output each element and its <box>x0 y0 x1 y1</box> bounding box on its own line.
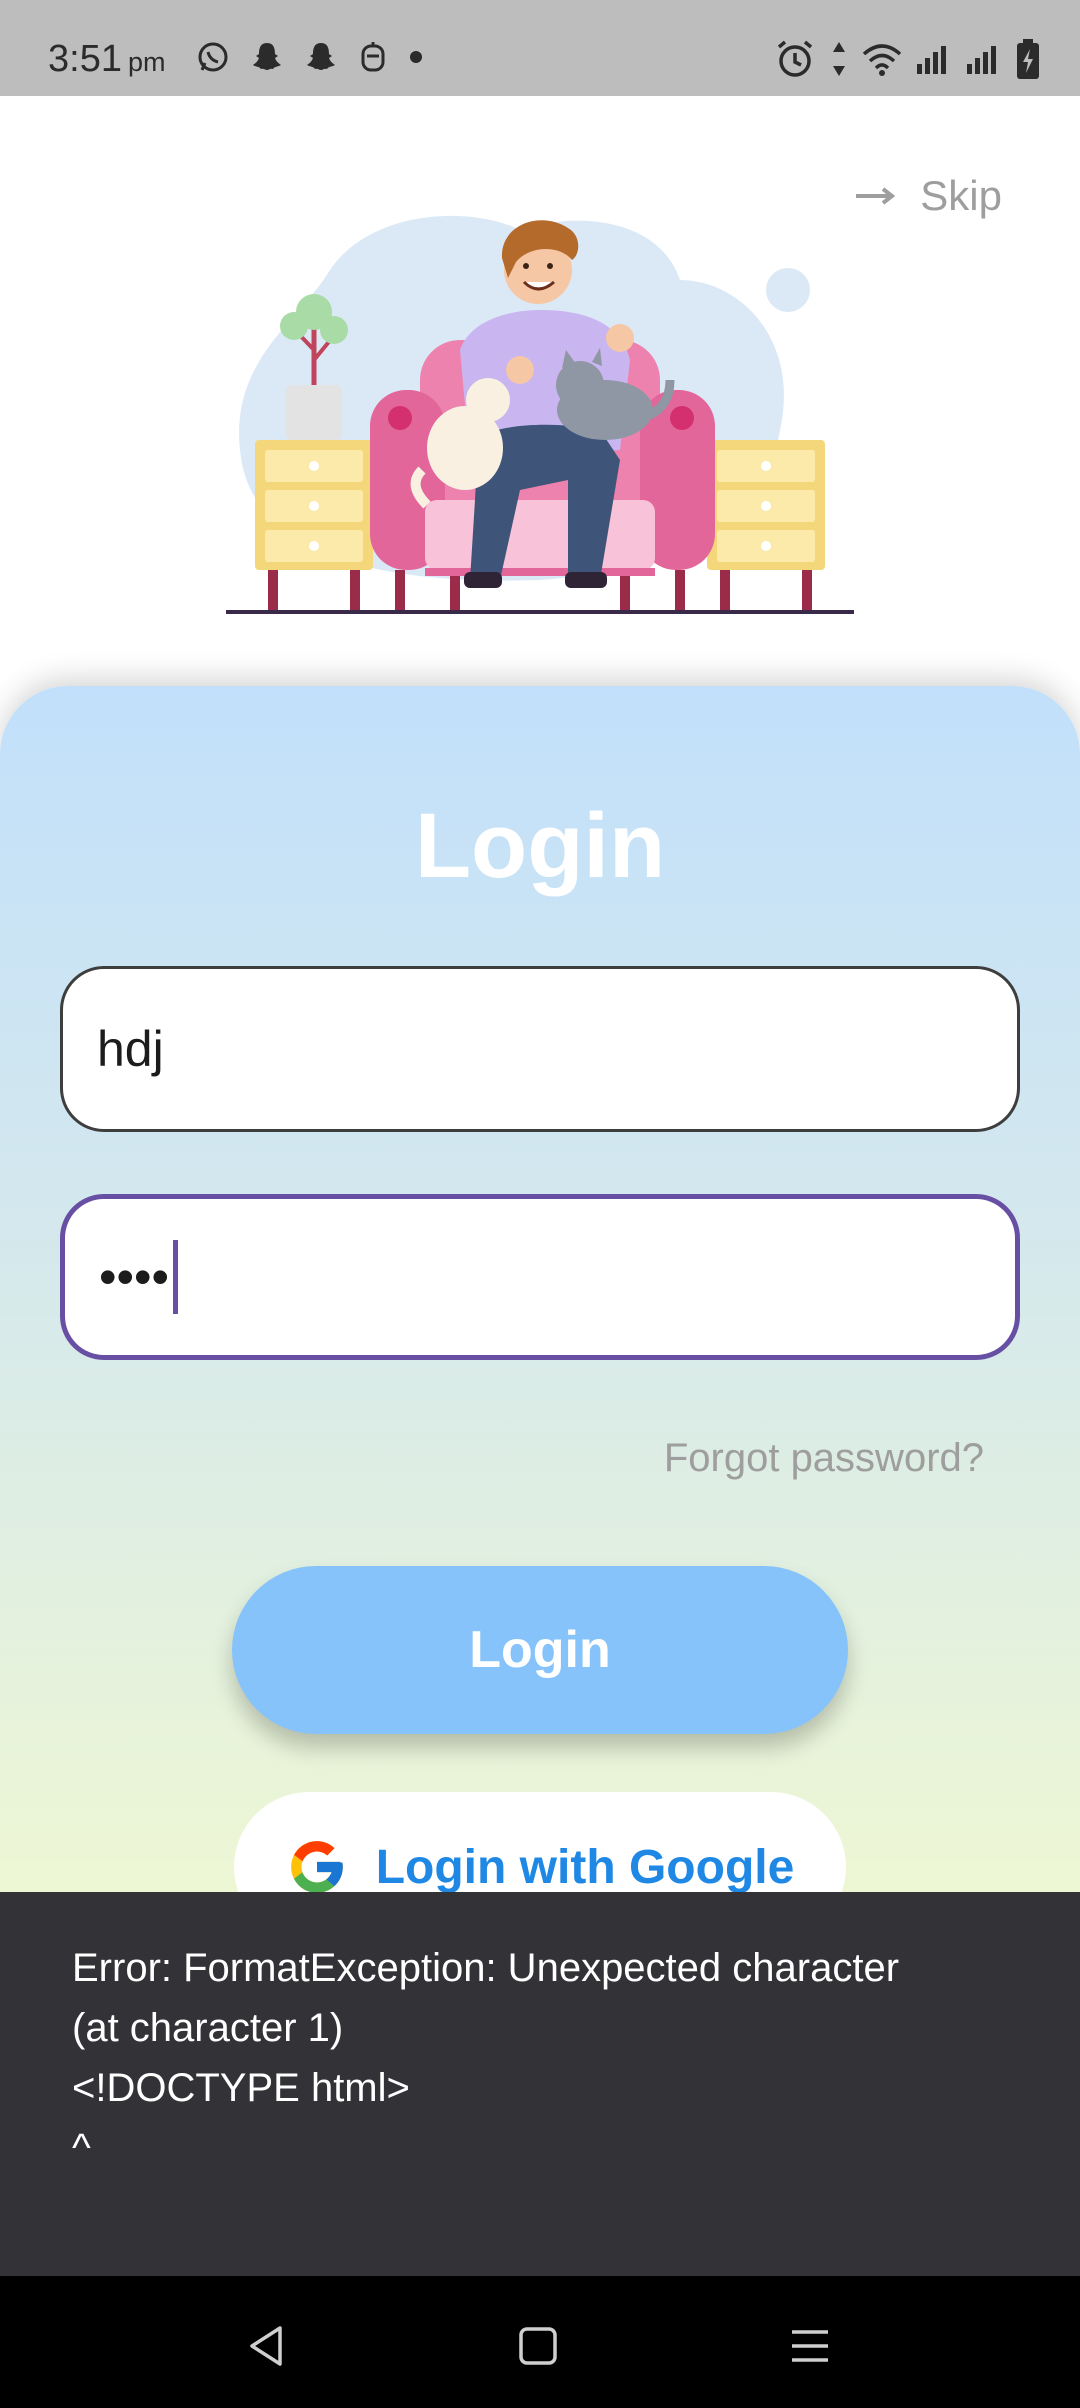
signal-icon <box>967 46 996 74</box>
back-button[interactable] <box>236 2316 296 2376</box>
wifi-icon <box>862 44 902 76</box>
system-icons <box>774 38 1040 80</box>
username-field[interactable]: hdj <box>60 966 1020 1132</box>
password-value-wrap: •••• <box>99 1240 179 1314</box>
password-field[interactable]: •••• <box>60 1194 1020 1360</box>
alarm-icon <box>777 40 813 77</box>
login-card: Login hdj •••• Forgot password? Login Lo… <box>0 686 1080 1896</box>
password-value: •••• <box>99 1249 170 1305</box>
status-bar: 3:51 pm <box>0 0 1080 96</box>
status-time-ampm: pm <box>127 47 166 77</box>
login-button[interactable]: Login <box>232 1566 848 1734</box>
back-icon <box>250 2326 282 2366</box>
snapchat-icon <box>307 43 335 70</box>
text-cursor <box>173 1240 179 1314</box>
signal-icon <box>917 46 946 74</box>
data-arrows-icon <box>833 42 845 76</box>
notification-icons <box>196 40 424 74</box>
username-value: hdj <box>97 1021 164 1077</box>
home-button[interactable] <box>508 2316 568 2376</box>
google-button-label: Login with Google <box>375 1840 795 1894</box>
error-message: Error: FormatException: Unexpected chara… <box>72 1946 900 2170</box>
skip-label: Skip <box>920 172 1002 219</box>
skip-button[interactable]: Skip <box>856 172 1002 220</box>
error-snackbar: Error: FormatException: Unexpected chara… <box>0 1892 1080 2276</box>
recents-button[interactable] <box>780 2316 840 2376</box>
dot-icon <box>410 51 422 63</box>
login-button-label: Login <box>469 1621 611 1679</box>
app-icon <box>361 42 385 72</box>
google-icon <box>290 1841 343 1893</box>
page-title: Login <box>414 795 666 897</box>
status-time: 3:51 pm <box>48 38 165 81</box>
illustration-person-on-armchair <box>226 215 854 614</box>
navigation-bar <box>0 2276 1080 2408</box>
home-icon <box>519 2327 557 2365</box>
snapchat-icon <box>253 43 281 70</box>
forgot-password-link[interactable]: Forgot password? <box>664 1436 984 1481</box>
status-time-value: 3:51 <box>48 38 122 80</box>
battery-charging-icon <box>1017 39 1039 79</box>
google-login-button[interactable]: Login with Google <box>234 1792 846 1896</box>
menu-icon <box>792 2330 828 2362</box>
whatsapp-icon <box>198 42 228 72</box>
arrow-right-icon <box>856 187 896 205</box>
